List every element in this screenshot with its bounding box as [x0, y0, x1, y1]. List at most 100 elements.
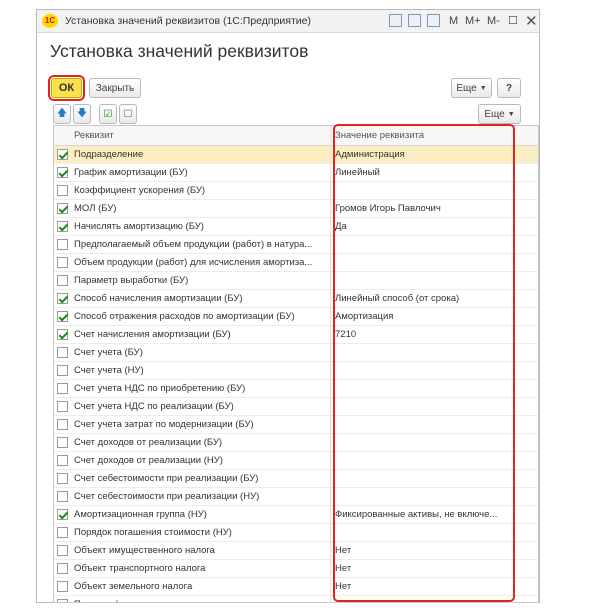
table-row[interactable]: График амортизации (БУ) Линейный	[54, 163, 538, 182]
row-checkbox[interactable]	[56, 148, 68, 160]
attribute-value-cell[interactable]: Линейный	[330, 163, 538, 182]
row-checkbox[interactable]	[56, 238, 68, 250]
attribute-name-cell[interactable]: Счет начисления амортизации (БУ)	[70, 325, 331, 344]
attribute-name-cell[interactable]: Подразделение	[70, 145, 331, 164]
table-row[interactable]: Предполагаемый объем продукции (работ) в…	[54, 235, 538, 254]
table-row[interactable]: Начислять амортизацию (БУ) Да	[54, 217, 538, 236]
row-checkbox[interactable]	[56, 328, 68, 340]
row-checkbox[interactable]	[56, 292, 68, 304]
attribute-name-cell[interactable]: Коэффициент ускорения (БУ)	[70, 181, 331, 200]
row-checkbox[interactable]	[56, 400, 68, 412]
attribute-name-cell[interactable]: Счет доходов от реализации (НУ)	[70, 451, 331, 470]
table-row[interactable]: Объект имущественного налога Нет	[54, 541, 538, 560]
grid-more-button[interactable]: Еще ▼	[478, 104, 521, 124]
print-icon[interactable]	[389, 13, 402, 28]
attribute-value-cell[interactable]	[330, 253, 538, 272]
memory-add-button[interactable]: М+	[465, 13, 481, 28]
column-header-value[interactable]: Значение реквизита	[330, 126, 538, 146]
row-checkbox[interactable]	[56, 580, 68, 592]
row-checkbox[interactable]	[56, 382, 68, 394]
attribute-value-cell[interactable]	[330, 235, 538, 254]
attribute-name-cell[interactable]: Счет учета (БУ)	[70, 343, 331, 362]
table-row[interactable]: Объем продукции (работ) для исчисления а…	[54, 253, 538, 272]
row-checkbox[interactable]	[56, 562, 68, 574]
row-checkbox[interactable]	[56, 274, 68, 286]
help-button[interactable]: ?	[497, 78, 521, 98]
attribute-value-cell[interactable]	[330, 181, 538, 200]
table-row[interactable]: Способ отражения расходов по амортизации…	[54, 307, 538, 326]
attribute-value-cell[interactable]: 7210	[330, 325, 538, 344]
attribute-name-cell[interactable]: График амортизации (БУ)	[70, 163, 331, 182]
attribute-value-cell[interactable]: Фиксированные активы, не включе...	[330, 505, 538, 524]
row-checkbox[interactable]	[56, 436, 68, 448]
table-row[interactable]: Счет себестоимости при реализации (НУ)	[54, 487, 538, 506]
table-row[interactable]: МОЛ (БУ) Громов Игорь Павлочич	[54, 199, 538, 218]
row-checkbox[interactable]	[56, 184, 68, 196]
row-checkbox[interactable]	[56, 310, 68, 322]
attribute-name-cell[interactable]: МОЛ (БУ)	[70, 199, 331, 218]
check-all-button[interactable]: ☑	[99, 104, 117, 124]
attribute-value-cell[interactable]	[330, 343, 538, 362]
attribute-name-cell[interactable]: Порядок погашения стоимости (НУ)	[70, 523, 331, 542]
attribute-value-cell[interactable]: Громов Игорь Павлочич	[330, 199, 538, 218]
more-button[interactable]: Еще ▼	[451, 78, 492, 98]
table-row[interactable]: Счет начисления амортизации (БУ) 7210	[54, 325, 538, 344]
table-row[interactable]: Счет учета НДС по приобретению (БУ)	[54, 379, 538, 398]
memory-subtract-button[interactable]: М-	[487, 13, 500, 28]
attribute-value-cell[interactable]: Администрация	[330, 145, 538, 164]
row-checkbox[interactable]	[56, 346, 68, 358]
attribute-value-cell[interactable]: Да	[330, 595, 538, 602]
attribute-name-cell[interactable]: Счет учета (НУ)	[70, 361, 331, 380]
table-row[interactable]: Счет учета (БУ)	[54, 343, 538, 362]
attribute-name-cell[interactable]: Объем продукции (работ) для исчисления а…	[70, 253, 331, 272]
attribute-name-cell[interactable]: Начислять амортизацию (БУ)	[70, 217, 331, 236]
attribute-value-cell[interactable]	[330, 523, 538, 542]
uncheck-all-button[interactable]: ☐	[119, 104, 137, 124]
row-checkbox[interactable]	[56, 544, 68, 556]
attribute-value-cell[interactable]: Линейный способ (от срока)	[330, 289, 538, 308]
row-checkbox[interactable]	[56, 202, 68, 214]
attribute-value-cell[interactable]	[330, 433, 538, 452]
attribute-name-cell[interactable]: Объект имущественного налога	[70, 541, 331, 560]
table-row[interactable]: Счет учета НДС по реализации (БУ)	[54, 397, 538, 416]
table-row[interactable]: Порядок погашения стоимости (НУ)	[54, 523, 538, 542]
table-row[interactable]: Счет доходов от реализации (НУ)	[54, 451, 538, 470]
attribute-value-cell[interactable]: Нет	[330, 577, 538, 596]
attribute-value-cell[interactable]	[330, 415, 538, 434]
table-icon[interactable]	[408, 13, 421, 28]
row-checkbox[interactable]	[56, 598, 68, 602]
row-checkbox[interactable]	[56, 526, 68, 538]
table-row[interactable]: Способ начисления амортизации (БУ) Линейн…	[54, 289, 538, 308]
row-checkbox[interactable]	[56, 454, 68, 466]
calendar-icon[interactable]	[427, 13, 440, 28]
row-checkbox[interactable]	[56, 364, 68, 376]
table-row[interactable]: Подразделение Администрация	[54, 145, 538, 164]
column-header-attribute[interactable]: Реквизит	[70, 126, 331, 146]
table-row[interactable]: Счет учета (НУ)	[54, 361, 538, 380]
table-row[interactable]: Счет доходов от реализации (БУ)	[54, 433, 538, 452]
row-checkbox[interactable]	[56, 256, 68, 268]
row-checkbox[interactable]	[56, 220, 68, 232]
attribute-value-cell[interactable]	[330, 469, 538, 488]
row-checkbox[interactable]	[56, 418, 68, 430]
attribute-value-cell[interactable]	[330, 379, 538, 398]
attribute-value-cell[interactable]: Амортизация	[330, 307, 538, 326]
attribute-name-cell[interactable]: Признак фиксированного актива	[70, 595, 331, 602]
row-checkbox[interactable]	[56, 490, 68, 502]
row-checkbox[interactable]	[56, 472, 68, 484]
close-icon[interactable]: ✕	[525, 13, 538, 30]
table-row[interactable]: Амортизационная группа (НУ) Фиксированные…	[54, 505, 538, 524]
ok-button[interactable]: ОК	[48, 75, 85, 101]
memory-button[interactable]: М	[449, 13, 458, 28]
table-row[interactable]: Объект транспортного налога Нет	[54, 559, 538, 578]
attribute-name-cell[interactable]: Амортизационная группа (НУ)	[70, 505, 331, 524]
attribute-value-cell[interactable]	[330, 361, 538, 380]
attribute-name-cell[interactable]: Объект транспортного налога	[70, 559, 331, 578]
attribute-name-cell[interactable]: Счет учета затрат по модернизации (БУ)	[70, 415, 331, 434]
table-row[interactable]: Счет себестоимости при реализации (БУ)	[54, 469, 538, 488]
attribute-name-cell[interactable]: Способ отражения расходов по амортизации…	[70, 307, 331, 326]
restore-icon[interactable]: ☐	[508, 13, 518, 28]
attribute-name-cell[interactable]: Счет себестоимости при реализации (БУ)	[70, 469, 331, 488]
table-row[interactable]: Коэффициент ускорения (БУ)	[54, 181, 538, 200]
table-row[interactable]: Счет учета затрат по модернизации (БУ)	[54, 415, 538, 434]
